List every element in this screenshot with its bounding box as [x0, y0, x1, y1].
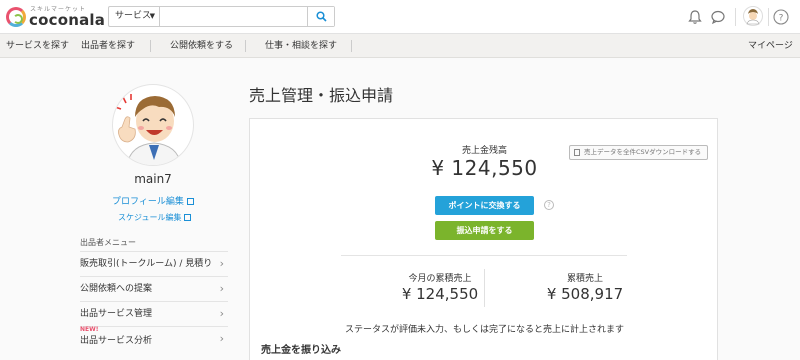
nav-separator — [351, 40, 352, 52]
external-link-icon — [186, 198, 194, 205]
csv-download-button[interactable]: 売上データを全件CSVダウンロードする — [569, 145, 708, 160]
exchange-points-button[interactable]: ポイントに交換する — [435, 196, 534, 215]
search-category-select[interactable]: サービス ▼ — [109, 7, 160, 26]
divider — [341, 255, 627, 256]
sales-panel: 売上金残高 ¥ 124,550 売上データを全件CSVダウンロードする ポイント… — [249, 118, 718, 360]
schedule-edit-link[interactable]: スケジュール編集 — [118, 212, 192, 223]
sidebar-item-sales-transactions[interactable]: 販売取引(トークルーム) / 見積り › — [80, 251, 228, 276]
search-bar: サービス ▼ — [108, 6, 335, 27]
monthly-sales-value: ¥ 124,550 — [401, 285, 479, 303]
help-icon[interactable]: ? — [772, 8, 790, 26]
nav-find-services[interactable]: サービスを探す — [6, 34, 69, 58]
chat-icon[interactable] — [709, 8, 727, 26]
search-input[interactable] — [161, 7, 307, 26]
top-header: スキルマーケット coconala サービス ▼ ? — [0, 0, 800, 34]
nav-find-jobs[interactable]: 仕事・相談を探す — [265, 34, 337, 58]
total-sales-value: ¥ 508,917 — [546, 285, 624, 303]
chevron-right-icon: › — [219, 282, 224, 295]
search-icon — [316, 11, 327, 22]
document-icon — [574, 149, 580, 156]
sidebar-item-service-management[interactable]: 出品サービス管理 › — [80, 301, 228, 326]
user-avatar-icon[interactable] — [743, 6, 763, 26]
chevron-right-icon: › — [219, 307, 224, 320]
sidebar-item-label: 出品サービス分析 — [80, 336, 153, 346]
profile-illustration — [114, 94, 182, 165]
seller-menu-heading: 出品者メニュー — [80, 238, 136, 247]
logo-text: coconala — [29, 11, 106, 29]
sidebar-item-label: 公開依頼への提案 — [80, 284, 153, 294]
header-divider — [768, 8, 769, 26]
username: main7 — [134, 172, 172, 186]
schedule-edit-label: スケジュール編集 — [118, 213, 182, 222]
profile-edit-link[interactable]: プロフィール編集 — [112, 194, 194, 207]
question-icon[interactable]: ? — [544, 200, 554, 210]
nav-find-sellers[interactable]: 出品者を探す — [81, 34, 135, 58]
profile-avatar[interactable] — [112, 84, 194, 166]
sidebar-item-service-analytics[interactable]: 出品サービス分析 › — [80, 326, 228, 351]
nav-separator — [150, 40, 151, 52]
nav-mypage[interactable]: マイページ — [748, 34, 793, 58]
transfer-request-button[interactable]: 振込申請をする — [435, 221, 534, 240]
page-title: 売上管理・振込申請 — [249, 86, 394, 105]
profile-edit-label: プロフィール編集 — [112, 197, 184, 207]
sidebar-item-label: 出品サービス管理 — [80, 309, 153, 319]
status-note: ステータスが評価未入力、もしくは完了になると売上に計上されます — [344, 325, 624, 335]
nav-post-request[interactable]: 公開依頼をする — [170, 34, 233, 58]
sidebar-item-label: 販売取引(トークルーム) / 見積り — [80, 259, 213, 269]
svg-text:?: ? — [779, 14, 784, 24]
main-nav: サービスを探す 出品者を探す 公開依頼をする 仕事・相談を探す マイページ — [0, 34, 800, 58]
monthly-sales-label: 今月の累積売上 — [408, 274, 472, 284]
section-title-transfer: 売上金を振り込み — [261, 345, 341, 356]
external-link-icon — [184, 214, 192, 221]
stat-divider — [484, 269, 485, 307]
search-category-label: サービス — [115, 11, 152, 21]
csv-download-label: 売上データを全件CSVダウンロードする — [584, 148, 702, 156]
nav-separator — [245, 40, 246, 52]
logo-mark-icon — [6, 7, 26, 27]
caret-down-icon: ▼ — [149, 12, 155, 20]
chevron-right-icon: › — [219, 332, 224, 345]
chevron-right-icon: › — [219, 257, 224, 270]
coconala-logo[interactable]: スキルマーケット coconala — [6, 4, 106, 30]
sidebar-item-proposals[interactable]: 公開依頼への提案 › — [80, 276, 228, 301]
new-badge: NEW! — [80, 326, 99, 333]
header-divider — [735, 8, 736, 26]
search-button[interactable] — [307, 7, 334, 26]
bell-icon[interactable] — [686, 8, 704, 26]
total-sales-label: 累積売上 — [566, 274, 603, 284]
